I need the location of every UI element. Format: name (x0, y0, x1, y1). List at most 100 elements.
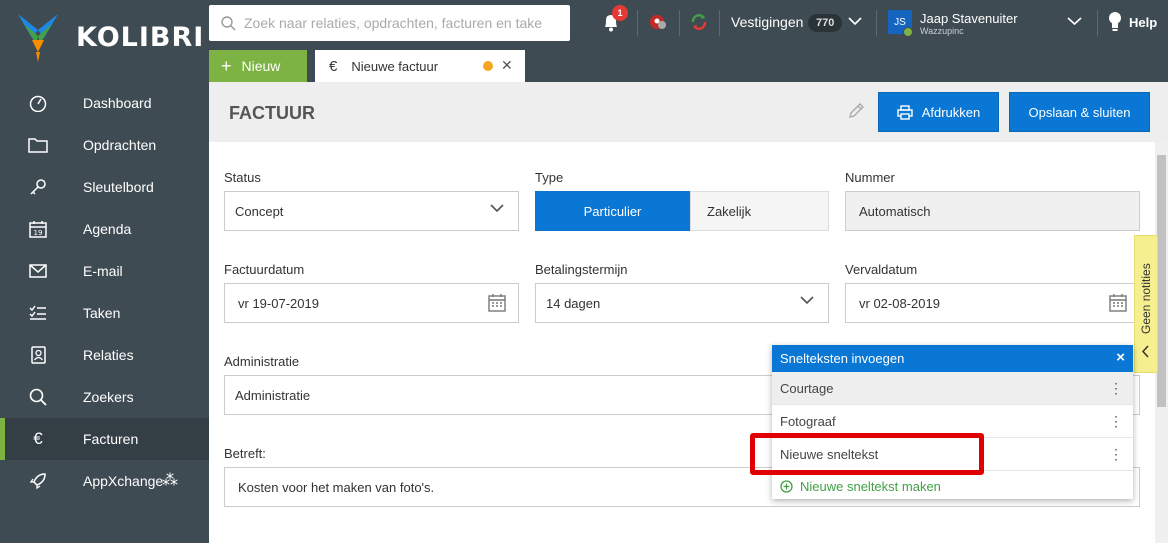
chevron-down-icon (800, 296, 814, 305)
save-close-label: Opslaan & sluiten (1028, 104, 1131, 120)
search-input[interactable] (244, 15, 544, 31)
sparkle-icon: ⁂ (162, 472, 178, 489)
global-search[interactable] (209, 5, 570, 41)
divider (719, 10, 720, 36)
new-sneltekst-button[interactable]: Nieuwe sneltekst maken (772, 471, 1133, 501)
highlight-annotation (750, 433, 984, 475)
sidebar-item-label: Facturen (83, 431, 139, 447)
vestigingen-count-badge: 770 (808, 14, 843, 32)
kolibri-logo-icon (18, 14, 58, 62)
user-company: Wazzupinc (920, 26, 964, 36)
sidebar-item-label: Zoekers (83, 389, 134, 405)
tab-nieuwe-factuur[interactable]: € Nieuwe factuur ✕ (315, 50, 525, 82)
lightbulb-icon[interactable] (1108, 11, 1122, 33)
sidebar-item-dashboard[interactable]: Dashboard (0, 82, 209, 124)
new-sneltekst-label: Nieuwe sneltekst maken (800, 478, 941, 494)
page-header: FACTUUR Afdrukken Opslaan & sluiten (209, 82, 1168, 142)
sync-icon[interactable] (689, 12, 709, 32)
betalingstermijn-value: 14 dagen (546, 295, 601, 311)
sidebar-item-label: AppXchange (83, 473, 164, 489)
tasks-icon (28, 304, 48, 322)
betalingstermijn-select[interactable]: 14 dagen (535, 283, 829, 323)
factuurdatum-value: vr 19-07-2019 (238, 295, 319, 311)
dashboard-icon (28, 94, 48, 112)
calendar-icon[interactable] (1109, 293, 1127, 312)
administratie-label: Administratie (224, 354, 300, 369)
administratie-value: Administratie (235, 387, 311, 403)
printer-icon (897, 104, 913, 120)
type-option-zakelijk[interactable]: Zakelijk (690, 191, 829, 231)
popup-header: Snelteksten invoegen × (772, 345, 1133, 372)
tab-bar: + Nieuw € Nieuwe factuur ✕ (209, 46, 1168, 82)
sidebar-item-label: Agenda (83, 221, 132, 237)
sidebar-item-sleutelbord[interactable]: Sleutelbord (0, 166, 209, 208)
nummer-label: Nummer (845, 170, 895, 185)
vestigingen-label[interactable]: Vestigingen (731, 14, 803, 30)
status-value: Concept (235, 203, 284, 219)
vervaldatum-label: Vervaldatum (845, 262, 918, 277)
sidebar-item-zoekers[interactable]: Zoekers (0, 376, 209, 418)
help-link[interactable]: Help (1129, 15, 1157, 30)
divider (637, 10, 638, 36)
divider (876, 10, 877, 36)
online-status-indicator (903, 27, 913, 37)
euro-icon: € (329, 57, 338, 75)
chevron-down-icon[interactable] (848, 17, 862, 26)
sidebar-item-label: Opdrachten (83, 137, 157, 153)
plus-icon: + (221, 56, 232, 76)
sneltekst-label: Courtage (780, 380, 834, 396)
mail-icon (28, 262, 48, 280)
nummer-field: Automatisch (845, 191, 1140, 231)
user-name[interactable]: Jaap Stavenuiter (920, 11, 1018, 26)
more-options-icon[interactable]: ⋮ (1109, 381, 1123, 395)
print-button[interactable]: Afdrukken (878, 92, 999, 132)
vervaldatum-input[interactable]: vr 02-08-2019 (845, 283, 1140, 323)
chevron-down-icon[interactable] (1067, 17, 1082, 26)
save-close-button[interactable]: Opslaan & sluiten (1009, 92, 1150, 132)
snelteksten-popup: Snelteksten invoegen × Courtage ⋮ Fotogr… (772, 345, 1133, 499)
divider (1097, 10, 1098, 36)
app-logo[interactable]: KOLIBRI (14, 10, 204, 64)
rocket-icon (28, 472, 48, 490)
scrollbar-thumb[interactable] (1157, 155, 1166, 407)
extension-icon[interactable] (647, 12, 669, 32)
sidebar-nav: Dashboard Opdrachten Sleutelbord 19 Agen… (0, 82, 209, 502)
sidebar-item-taken[interactable]: Taken (0, 292, 209, 334)
pencil-icon[interactable] (847, 102, 865, 120)
status-select[interactable]: Concept (224, 191, 519, 231)
notes-side-tab[interactable]: Geen notities (1134, 235, 1158, 373)
divider (679, 10, 680, 36)
type-label: Type (535, 170, 564, 185)
svg-text:19: 19 (34, 229, 43, 237)
sidebar-item-label: Sleutelbord (83, 179, 154, 195)
factuurdatum-input[interactable]: vr 19-07-2019 (224, 283, 519, 323)
sidebar-item-appxchange[interactable]: AppXchange ⁂ (0, 460, 209, 502)
chevron-left-icon (1141, 345, 1149, 358)
sneltekst-label: Fotograaf (780, 413, 836, 429)
plus-circle-icon (780, 479, 793, 493)
page-title: FACTUUR (229, 103, 315, 123)
euro-icon: € (33, 429, 43, 448)
sneltekst-item-courtage[interactable]: Courtage ⋮ (772, 372, 1133, 405)
nummer-value: Automatisch (859, 203, 931, 219)
close-tab-icon[interactable]: ✕ (501, 57, 513, 74)
more-options-icon[interactable]: ⋮ (1109, 414, 1123, 428)
type-option-particulier[interactable]: Particulier (535, 191, 690, 231)
sidebar-item-agenda[interactable]: 19 Agenda (0, 208, 209, 250)
new-button[interactable]: + Nieuw (209, 50, 307, 82)
unsaved-indicator (483, 61, 493, 71)
vervaldatum-value: vr 02-08-2019 (859, 295, 940, 311)
sidebar-item-opdrachten[interactable]: Opdrachten (0, 124, 209, 166)
top-bar: 1 Vestigingen 770 JS Jaap Stavenuiter Wa… (209, 0, 1168, 46)
sidebar-item-relaties[interactable]: Relaties (0, 334, 209, 376)
search-icon (221, 15, 236, 31)
sidebar-item-facturen[interactable]: € Facturen (0, 418, 209, 460)
more-options-icon[interactable]: ⋮ (1109, 447, 1123, 461)
calendar-icon[interactable] (488, 293, 506, 312)
sidebar-item-email[interactable]: E-mail (0, 250, 209, 292)
close-icon[interactable]: × (1116, 349, 1125, 366)
sidebar: KOLIBRI Dashboard Opdrachten Sleutelbord… (0, 0, 209, 543)
app-name: KOLIBRI (76, 21, 205, 53)
popup-title: Snelteksten invoegen (780, 351, 905, 366)
search-icon (28, 388, 48, 406)
